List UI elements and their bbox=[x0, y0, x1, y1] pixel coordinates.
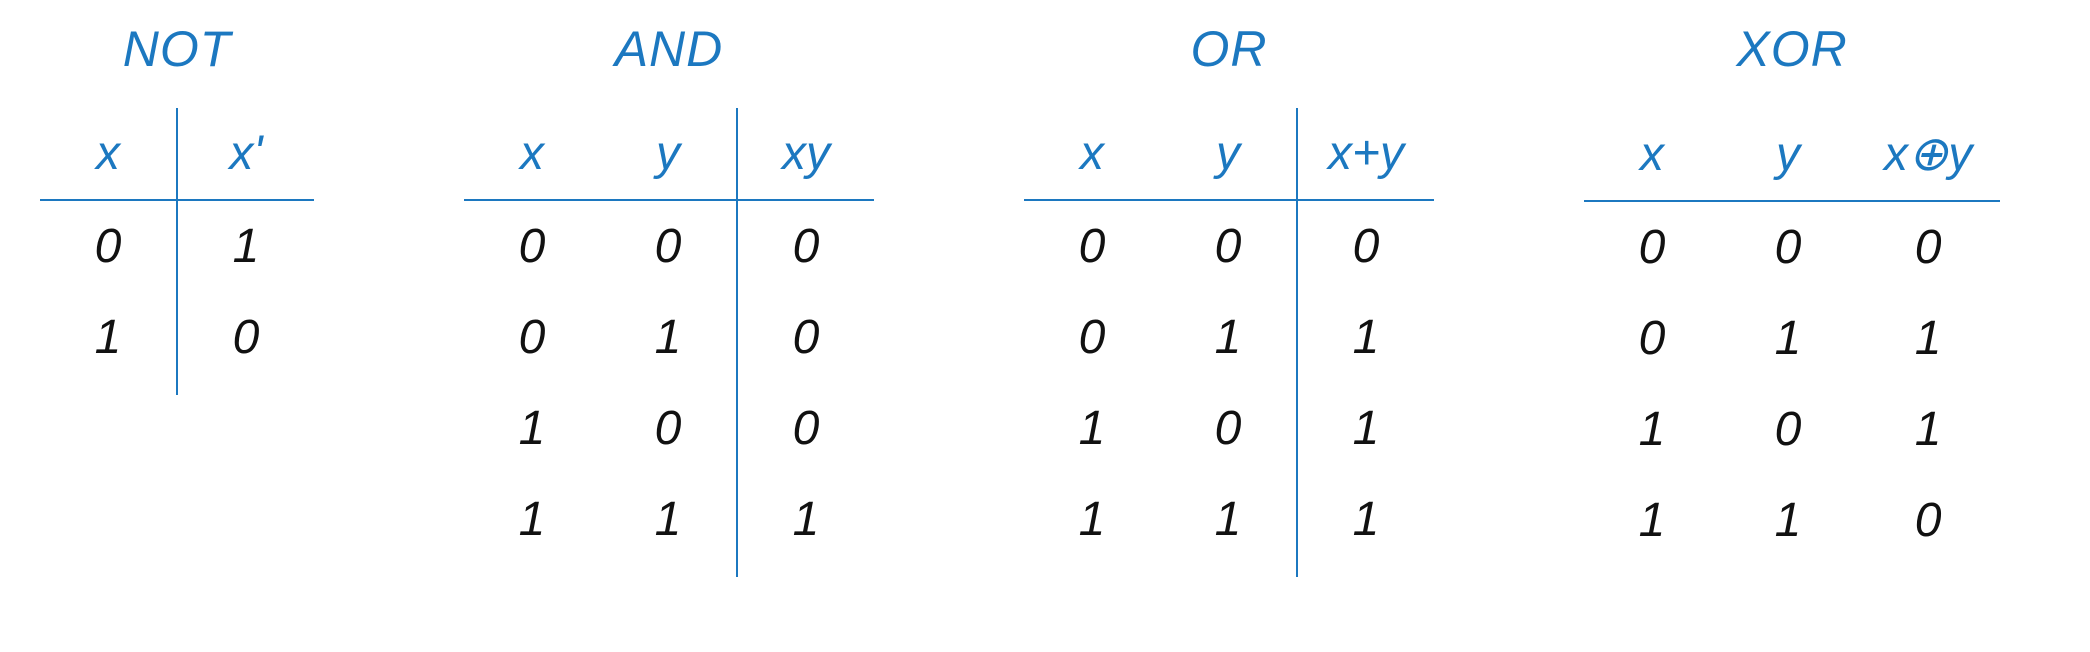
not-table: x x' 0 1 1 0 bbox=[40, 108, 314, 395]
cell: 0 bbox=[737, 200, 874, 292]
not-title: NOT bbox=[123, 20, 232, 78]
xor-title: XOR bbox=[1736, 20, 1847, 78]
cell: 0 bbox=[1720, 384, 1856, 475]
table-row: 0 0 0 bbox=[1024, 200, 1434, 292]
cell: 1 bbox=[1024, 474, 1160, 577]
and-header-x: x bbox=[464, 108, 600, 200]
cell: 1 bbox=[1584, 475, 1720, 578]
cell: 0 bbox=[40, 200, 177, 292]
and-header-out: xy bbox=[737, 108, 874, 200]
xor-table-panel: XOR x y x⊕y 0 0 0 0 1 1 1 0 1 bbox=[1584, 20, 2000, 578]
cell: 0 bbox=[737, 292, 874, 383]
cell: 0 bbox=[1584, 201, 1720, 293]
table-row: 0 1 1 bbox=[1584, 293, 2000, 384]
cell: 1 bbox=[1584, 384, 1720, 475]
or-table-panel: OR x y x+y 0 0 0 0 1 1 1 0 1 bbox=[1024, 20, 1434, 577]
xor-header-x: x bbox=[1584, 108, 1720, 201]
or-header-y: y bbox=[1160, 108, 1297, 200]
cell: 1 bbox=[1297, 292, 1434, 383]
or-title: OR bbox=[1191, 20, 1268, 78]
cell: 0 bbox=[177, 292, 314, 395]
cell: 0 bbox=[464, 292, 600, 383]
cell: 1 bbox=[1856, 293, 2000, 384]
cell: 1 bbox=[1160, 292, 1297, 383]
cell: 0 bbox=[600, 200, 737, 292]
cell: 1 bbox=[40, 292, 177, 395]
or-header-x: x bbox=[1024, 108, 1160, 200]
or-table: x y x+y 0 0 0 0 1 1 1 0 1 1 1 bbox=[1024, 108, 1434, 577]
cell: 0 bbox=[1160, 200, 1297, 292]
cell: 0 bbox=[1584, 293, 1720, 384]
table-row: 1 0 1 bbox=[1024, 383, 1434, 474]
table-row: 1 0 bbox=[40, 292, 314, 395]
cell: 1 bbox=[1720, 293, 1856, 384]
cell: 1 bbox=[1297, 383, 1434, 474]
and-table: x y xy 0 0 0 0 1 0 1 0 0 1 1 bbox=[464, 108, 874, 577]
cell: 1 bbox=[464, 474, 600, 577]
xor-table: x y x⊕y 0 0 0 0 1 1 1 0 1 1 1 bbox=[1584, 108, 2000, 578]
cell: 1 bbox=[1856, 384, 2000, 475]
table-row: 1 0 1 bbox=[1584, 384, 2000, 475]
cell: 0 bbox=[1160, 383, 1297, 474]
cell: 0 bbox=[464, 200, 600, 292]
cell: 1 bbox=[177, 200, 314, 292]
cell: 0 bbox=[1720, 201, 1856, 293]
cell: 1 bbox=[600, 474, 737, 577]
cell: 0 bbox=[600, 383, 737, 474]
table-row: 1 1 0 bbox=[1584, 475, 2000, 578]
table-row: 0 0 0 bbox=[1584, 201, 2000, 293]
table-row: 0 1 1 bbox=[1024, 292, 1434, 383]
cell: 1 bbox=[1720, 475, 1856, 578]
table-row: 0 1 0 bbox=[464, 292, 874, 383]
cell: 1 bbox=[737, 474, 874, 577]
table-row: 1 1 1 bbox=[464, 474, 874, 577]
cell: 1 bbox=[1024, 383, 1160, 474]
cell: 1 bbox=[464, 383, 600, 474]
not-header-out: x' bbox=[177, 108, 314, 200]
and-title: AND bbox=[615, 20, 724, 78]
and-header-y: y bbox=[600, 108, 737, 200]
xor-header-out: x⊕y bbox=[1856, 108, 2000, 201]
or-header-out: x+y bbox=[1297, 108, 1434, 200]
table-row: 0 0 0 bbox=[464, 200, 874, 292]
xor-header-y: y bbox=[1720, 108, 1856, 201]
cell: 0 bbox=[1024, 292, 1160, 383]
table-row: 1 0 0 bbox=[464, 383, 874, 474]
cell: 0 bbox=[1297, 200, 1434, 292]
cell: 1 bbox=[1297, 474, 1434, 577]
cell: 1 bbox=[600, 292, 737, 383]
cell: 0 bbox=[737, 383, 874, 474]
not-header-x: x bbox=[40, 108, 177, 200]
not-table-panel: NOT x x' 0 1 1 0 bbox=[40, 20, 314, 395]
cell: 1 bbox=[1160, 474, 1297, 577]
table-row: 0 1 bbox=[40, 200, 314, 292]
table-row: 1 1 1 bbox=[1024, 474, 1434, 577]
cell: 0 bbox=[1856, 201, 2000, 293]
cell: 0 bbox=[1856, 475, 2000, 578]
and-table-panel: AND x y xy 0 0 0 0 1 0 1 0 0 bbox=[464, 20, 874, 577]
cell: 0 bbox=[1024, 200, 1160, 292]
